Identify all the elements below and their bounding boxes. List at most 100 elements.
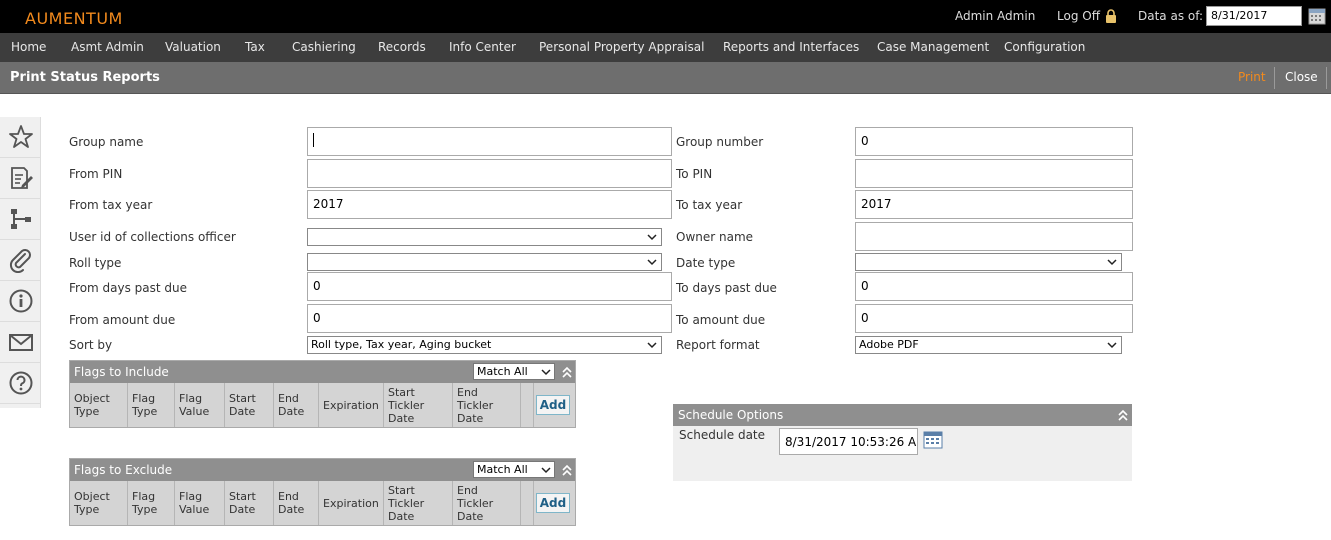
- column-header: Start Tickler Date: [384, 383, 453, 427]
- column-spacer: [521, 481, 534, 525]
- column-spacer: [521, 383, 534, 427]
- report-format-value: Adobe PDF: [859, 338, 919, 351]
- flags-exclude-panel: Flags to Exclude Match All Object Type Fl…: [69, 458, 576, 526]
- left-sidebar: [0, 117, 41, 408]
- nav-asmt-admin[interactable]: Asmt Admin: [71, 40, 144, 54]
- column-header: Flag Value: [175, 481, 225, 525]
- flags-include-match-select[interactable]: Match All: [473, 363, 555, 380]
- group-name-label: Group name: [69, 135, 144, 149]
- flags-include-panel: Flags to Include Match All Object Type Fl…: [69, 360, 576, 428]
- to-tax-year-input[interactable]: 2017: [855, 190, 1133, 219]
- nav-valuation[interactable]: Valuation: [165, 40, 221, 54]
- flags-exclude-columns: Object Type Flag Type Flag Value Start Date …: [70, 481, 575, 525]
- attachments-button[interactable]: [0, 240, 41, 281]
- column-header: End Tickler Date: [453, 383, 521, 427]
- flags-exclude-match-value: Match All: [477, 463, 528, 476]
- nav-configuration[interactable]: Configuration: [1004, 40, 1085, 54]
- collapse-icon[interactable]: [1117, 408, 1129, 422]
- chevron-down-icon: [1107, 259, 1117, 266]
- flags-include-title: Flags to Include: [74, 365, 169, 379]
- from-pin-input[interactable]: [307, 159, 672, 188]
- column-header: Start Date: [225, 383, 274, 427]
- collections-officer-select[interactable]: [307, 228, 662, 246]
- divider: [1326, 67, 1327, 89]
- report-format-label: Report format: [676, 338, 760, 352]
- favorites-button[interactable]: [0, 117, 41, 158]
- nav-info-center[interactable]: Info Center: [449, 40, 516, 54]
- roll-type-select[interactable]: [307, 253, 662, 271]
- schedule-options-title: Schedule Options: [678, 408, 784, 422]
- owner-name-label: Owner name: [676, 230, 754, 244]
- nav-personal-property[interactable]: Personal Property Appraisal: [539, 40, 704, 54]
- date-type-select[interactable]: [855, 253, 1122, 271]
- owner-name-input[interactable]: [855, 222, 1133, 251]
- data-as-of-input[interactable]: 8/31/2017: [1206, 6, 1302, 26]
- divider: [1274, 67, 1275, 89]
- main-nav: Home Asmt Admin Valuation Tax Cashiering…: [0, 33, 1331, 62]
- report-format-select[interactable]: Adobe PDF: [855, 336, 1122, 354]
- nav-records[interactable]: Records: [378, 40, 426, 54]
- to-amount-input[interactable]: 0: [855, 304, 1133, 333]
- nav-cashiering[interactable]: Cashiering: [292, 40, 356, 54]
- edit-note-icon: [10, 167, 33, 189]
- chevron-down-icon: [647, 259, 657, 266]
- flags-exclude-add-button[interactable]: Add: [536, 493, 570, 513]
- page-title: Print Status Reports: [10, 70, 160, 85]
- chevron-down-icon: [541, 369, 551, 376]
- from-amount-input[interactable]: 0: [307, 304, 672, 333]
- from-pin-label: From PIN: [69, 167, 123, 181]
- calendar-icon[interactable]: [923, 431, 943, 449]
- chevron-down-icon: [1107, 342, 1117, 349]
- from-tax-year-input[interactable]: 2017: [307, 190, 672, 219]
- user-name[interactable]: Admin Admin: [955, 9, 1035, 23]
- chevron-down-icon: [647, 342, 657, 349]
- to-days-input[interactable]: 0: [855, 272, 1133, 301]
- print-button[interactable]: Print: [1238, 70, 1266, 84]
- nav-case-management[interactable]: Case Management: [877, 40, 989, 54]
- schedule-date-input[interactable]: 8/31/2017 10:53:26 AM: [779, 428, 918, 455]
- collapse-icon[interactable]: [561, 365, 573, 379]
- notes-button[interactable]: [0, 158, 41, 199]
- mail-button[interactable]: [0, 322, 41, 363]
- mail-icon: [8, 334, 33, 351]
- from-tax-year-label: From tax year: [69, 198, 153, 212]
- column-header: End Tickler Date: [453, 481, 521, 525]
- to-pin-input[interactable]: [855, 159, 1133, 188]
- info-button[interactable]: [0, 281, 41, 322]
- group-name-input[interactable]: [307, 127, 672, 156]
- from-amount-label: From amount due: [69, 313, 176, 327]
- flags-exclude-title: Flags to Exclude: [74, 463, 173, 477]
- logoff-link[interactable]: Log Off: [1057, 9, 1100, 23]
- flags-exclude-match-select[interactable]: Match All: [473, 461, 555, 478]
- to-tax-year-label: To tax year: [676, 198, 743, 212]
- flags-exclude-header: Flags to Exclude Match All: [70, 459, 575, 481]
- from-days-label: From days past due: [69, 281, 188, 295]
- sort-by-select[interactable]: Roll type, Tax year, Aging bucket: [307, 336, 662, 354]
- column-header: Object Type: [70, 481, 128, 525]
- close-button[interactable]: Close: [1285, 70, 1318, 84]
- to-pin-label: To PIN: [676, 167, 713, 181]
- column-header: Object Type: [70, 383, 128, 427]
- lock-icon[interactable]: [1105, 9, 1117, 23]
- column-header: Start Date: [225, 481, 274, 525]
- hierarchy-button[interactable]: [0, 199, 41, 240]
- chevron-down-icon: [647, 234, 657, 241]
- column-header: Flag Value: [175, 383, 225, 427]
- column-header: End Date: [274, 383, 319, 427]
- from-days-input[interactable]: 0: [307, 272, 672, 301]
- help-button[interactable]: [0, 363, 41, 404]
- schedule-options-header: Schedule Options: [673, 404, 1132, 426]
- column-header: Expiration: [319, 383, 384, 427]
- collapse-icon[interactable]: [561, 463, 573, 477]
- nav-tax[interactable]: Tax: [245, 40, 265, 54]
- sort-by-value: Roll type, Tax year, Aging bucket: [311, 338, 492, 351]
- group-number-input[interactable]: 0: [855, 127, 1133, 156]
- calendar-icon[interactable]: [1308, 7, 1326, 25]
- nav-reports-interfaces[interactable]: Reports and Interfaces: [723, 40, 859, 54]
- date-type-label: Date type: [676, 256, 736, 270]
- column-header: Expiration: [319, 481, 384, 525]
- column-header: Flag Type: [128, 383, 175, 427]
- nav-home[interactable]: Home: [11, 40, 46, 54]
- sort-by-label: Sort by: [69, 338, 113, 352]
- flags-include-add-button[interactable]: Add: [536, 395, 570, 415]
